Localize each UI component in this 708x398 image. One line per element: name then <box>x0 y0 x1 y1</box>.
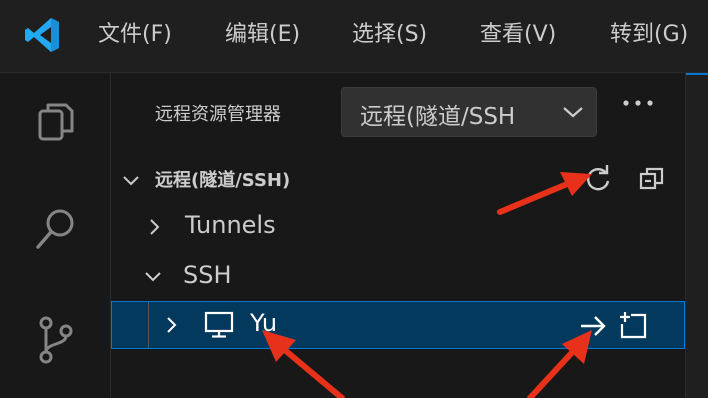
remote-type-select[interactable]: 远程(隧道/SSH <box>341 87 597 137</box>
tree-item-label: SSH <box>183 261 232 289</box>
view-title: 远程资源管理器 <box>155 104 281 125</box>
chevron-right-icon <box>150 219 160 235</box>
tree-item-host-yu[interactable]: Yu <box>111 301 685 349</box>
connect-arrow-icon[interactable] <box>578 311 608 341</box>
vscode-logo-icon <box>25 18 59 52</box>
section-header-remote[interactable]: 远程(隧道/SSH) <box>111 155 685 203</box>
monitor-icon <box>204 311 234 338</box>
chevron-down-icon <box>145 272 161 282</box>
search-icon[interactable] <box>28 201 84 257</box>
activity-bar <box>0 73 111 398</box>
menu-file[interactable]: 文件(F) <box>98 18 172 52</box>
remote-select-value: 远程(隧道/SSH <box>360 104 516 130</box>
editor-edge <box>685 73 708 398</box>
more-actions-icon[interactable] <box>621 97 655 109</box>
indent-guide <box>148 302 149 348</box>
tree-item-ssh[interactable]: SSH <box>111 253 685 301</box>
tree-item-label: Yu <box>250 309 278 337</box>
tree-item-tunnels[interactable]: Tunnels <box>111 203 685 251</box>
chevron-down-icon <box>123 176 139 186</box>
vscode-window: 文件(F) 编辑(E) 选择(S) 查看(V) 转到(G) 远程资源管理器 远程… <box>0 0 708 398</box>
menu-bar: 文件(F) 编辑(E) 选择(S) 查看(V) 转到(G) <box>0 0 708 73</box>
refresh-icon[interactable] <box>583 164 613 194</box>
chevron-right-icon <box>167 317 177 333</box>
menu-edit[interactable]: 编辑(E) <box>225 18 300 52</box>
section-title: 远程(隧道/SSH) <box>155 170 291 191</box>
collapse-all-icon[interactable] <box>637 164 667 194</box>
remote-explorer-sidebar: 远程资源管理器 远程(隧道/SSH 远程(隧道/SSH) Tunnels SSH… <box>111 73 685 398</box>
new-window-icon[interactable] <box>618 310 648 340</box>
chevron-down-icon <box>563 107 583 118</box>
menu-go[interactable]: 转到(G) <box>610 18 688 52</box>
source-control-icon[interactable] <box>28 311 84 367</box>
files-icon[interactable] <box>28 95 84 151</box>
menu-selection[interactable]: 选择(S) <box>352 18 427 52</box>
menu-view[interactable]: 查看(V) <box>480 18 556 52</box>
tree-item-label: Tunnels <box>185 211 276 239</box>
active-accent <box>686 73 708 75</box>
